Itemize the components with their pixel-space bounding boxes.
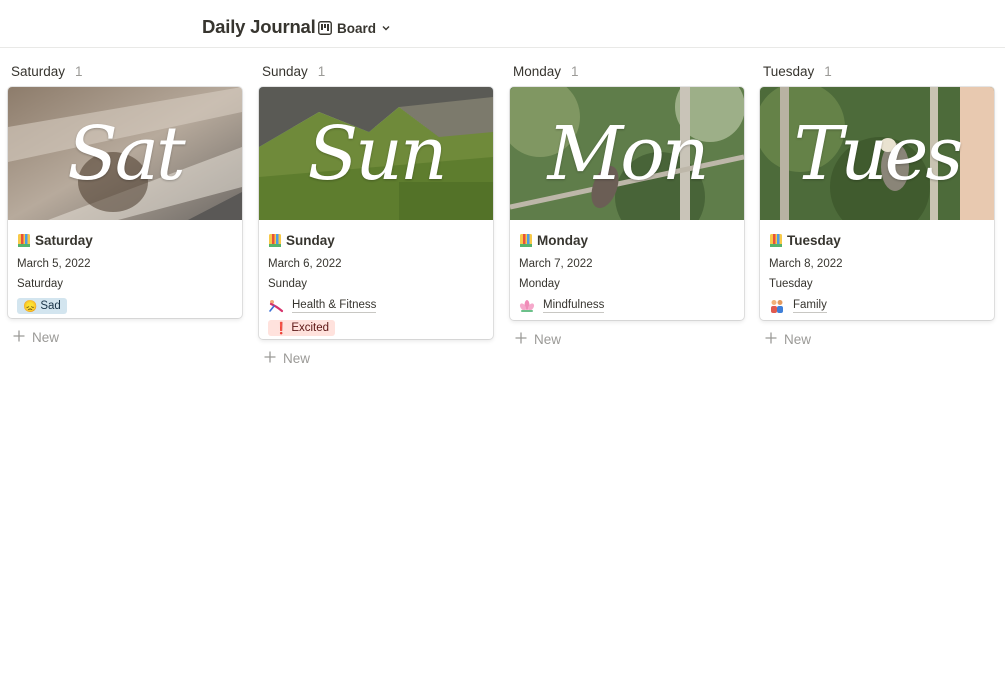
column-count: 1 xyxy=(317,63,326,79)
card-cover-image: Tues xyxy=(760,87,994,220)
card-title-text: Sunday xyxy=(286,232,335,248)
column-header[interactable]: Sunday 1 xyxy=(259,60,493,82)
day-property: Saturday xyxy=(17,278,64,290)
card-title: Sunday xyxy=(268,230,484,250)
column-name: Sunday xyxy=(262,63,308,79)
column-count: 1 xyxy=(75,63,83,79)
day-property: Tuesday xyxy=(769,278,813,290)
family-icon xyxy=(769,299,787,313)
area-relation[interactable]: Family xyxy=(769,298,985,314)
new-card-label: New xyxy=(283,350,311,366)
cover-title-text: Mon xyxy=(547,110,710,197)
column-header[interactable]: Tuesday 1 xyxy=(760,60,994,82)
cover-title-text: Sat xyxy=(67,110,186,197)
database-title[interactable]: Daily Journal xyxy=(202,16,316,38)
column-name: Monday xyxy=(513,63,562,79)
card-title: Saturday xyxy=(17,230,233,250)
notebook-icon xyxy=(769,233,783,248)
plus-icon xyxy=(765,332,777,347)
relation-label: Health & Fitness xyxy=(292,299,377,313)
plus-icon xyxy=(264,351,276,366)
board-card[interactable]: Sat Saturday March 5, 2022 Saturday 😞 Sa… xyxy=(8,87,242,318)
day-property: Monday xyxy=(519,278,560,290)
board-column-tuesday: Tuesday 1 Tues Tuesday March 8, 2022 Tue… xyxy=(760,60,994,347)
board-column-saturday: Saturday 1 Sat Saturday March 5, 2022 Sa… xyxy=(8,60,242,345)
date-property: March 6, 2022 xyxy=(268,258,342,270)
day-property: Sunday xyxy=(268,278,308,290)
mood-tag-label: Sad xyxy=(40,300,61,312)
sad-face-icon: 😞 xyxy=(23,301,38,313)
card-cover-image: Mon xyxy=(510,87,744,220)
gymnast-icon xyxy=(268,299,286,313)
plus-icon xyxy=(13,330,25,345)
card-cover-image: Sun xyxy=(259,87,493,220)
relation-label: Mindfulness xyxy=(543,299,605,313)
area-relation[interactable]: Mindfulness xyxy=(519,298,735,314)
lotus-icon xyxy=(519,299,537,313)
cover-title-text: Sun xyxy=(307,110,447,197)
card-cover-image: Sat xyxy=(8,87,242,220)
date-property: March 5, 2022 xyxy=(17,258,91,270)
column-count: 1 xyxy=(824,63,832,79)
chevron-down-icon xyxy=(381,23,391,33)
board-column-monday: Monday 1 Mon Monday March 7, 2022 Monday… xyxy=(510,60,744,347)
column-count: 1 xyxy=(571,63,579,79)
card-title-text: Saturday xyxy=(35,232,93,248)
board-card[interactable]: Mon Monday March 7, 2022 Monday Mindfuln… xyxy=(510,87,744,320)
new-card-button[interactable]: New xyxy=(765,329,811,349)
card-title-text: Monday xyxy=(537,232,589,248)
view-switcher-button[interactable]: Board xyxy=(318,18,391,38)
area-relation[interactable]: Health & Fitness xyxy=(268,298,484,314)
exclamation-icon: ❗ xyxy=(274,323,289,335)
plus-icon xyxy=(515,332,527,347)
card-title: Tuesday xyxy=(769,230,985,250)
notebook-icon xyxy=(519,233,533,248)
column-name: Saturday xyxy=(11,63,66,79)
mood-tag: 😞 Sad xyxy=(17,298,67,314)
card-title: Monday xyxy=(519,230,735,250)
column-header[interactable]: Saturday 1 xyxy=(8,60,242,82)
board-icon xyxy=(318,21,332,35)
view-label: Board xyxy=(337,20,377,36)
board-card[interactable]: Sun Sunday March 6, 2022 Sunday Health &… xyxy=(259,87,493,339)
mood-tag: ❗ Excited xyxy=(268,320,336,336)
card-title-text: Tuesday xyxy=(787,232,841,248)
column-name: Tuesday xyxy=(763,63,815,79)
new-card-button[interactable]: New xyxy=(515,329,561,349)
new-card-button[interactable]: New xyxy=(13,327,59,347)
new-card-label: New xyxy=(534,331,562,347)
board-card[interactable]: Tues Tuesday March 8, 2022 Tuesday Famil… xyxy=(760,87,994,320)
top-bar: Daily Journal Board xyxy=(0,0,1005,48)
notebook-icon xyxy=(17,233,31,248)
new-card-label: New xyxy=(32,329,60,345)
date-property: March 7, 2022 xyxy=(519,258,593,270)
column-header[interactable]: Monday 1 xyxy=(510,60,744,82)
relation-label: Family xyxy=(793,299,827,313)
cover-title-text: Tues xyxy=(793,110,964,197)
notebook-icon xyxy=(268,233,282,248)
date-property: March 8, 2022 xyxy=(769,258,843,270)
board-column-sunday: Sunday 1 Sun Sunday March 6, 2022 Sunday… xyxy=(259,60,493,366)
new-card-label: New xyxy=(784,331,812,347)
new-card-button[interactable]: New xyxy=(264,348,310,368)
mood-tag-label: Excited xyxy=(291,322,330,334)
